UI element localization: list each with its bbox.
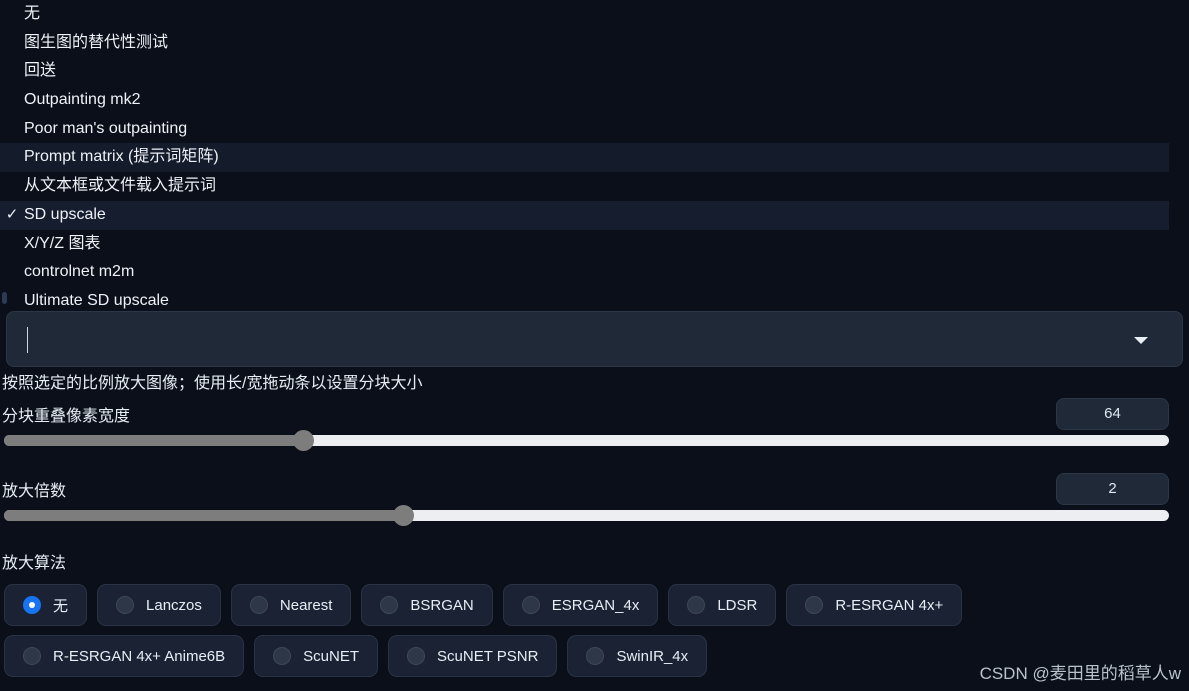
- upscaler-radio-option[interactable]: SwinIR_4x: [567, 635, 708, 677]
- upscaler-radio-option[interactable]: ESRGAN_4x: [502, 584, 659, 626]
- dropdown-option-label: Prompt matrix (提示词矩阵): [24, 148, 219, 166]
- dropdown-option[interactable]: 无: [0, 0, 1169, 29]
- dropdown-option-label: SD upscale: [24, 205, 106, 223]
- upscaler-radio-option[interactable]: LDSR: [668, 584, 777, 626]
- dropdown-option-label: 从文本框或文件载入提示词: [24, 177, 217, 195]
- watermark: CSDN @麦田里的稻草人w: [979, 664, 1181, 683]
- radio-icon[interactable]: [273, 647, 292, 665]
- dropdown-option[interactable]: ✓ SD upscale: [0, 200, 1169, 230]
- radio-icon[interactable]: [407, 647, 426, 665]
- radio-icon[interactable]: [116, 596, 135, 614]
- dropdown-scrollbar[interactable]: [2, 292, 7, 304]
- upscaler-radio-option[interactable]: 无: [4, 584, 88, 626]
- radio-icon[interactable]: [23, 596, 41, 614]
- radio-icon[interactable]: [687, 596, 706, 614]
- dropdown-option-label: Ultimate SD upscale: [24, 291, 169, 309]
- upscaler-radio-option[interactable]: ScuNET: [254, 635, 379, 677]
- upscaler-radio-label: 无: [53, 597, 69, 615]
- dropdown-option[interactable]: Poor man's outpainting: [0, 115, 1169, 144]
- upscaler-radio-label: R-ESRGAN 4x+ Anime6B: [53, 647, 226, 665]
- upscaler-radio-label: ScuNET PSNR: [437, 647, 539, 665]
- upscaler-radio-option[interactable]: Nearest: [230, 584, 352, 626]
- dropdown-option-label: controlnet m2m: [24, 263, 135, 281]
- upscaler-radio-label: LDSR: [717, 596, 758, 614]
- upscaler-radio-label: SwinIR_4x: [616, 647, 689, 665]
- upscaler-radio-option[interactable]: Lanczos: [97, 584, 221, 626]
- upscaler-radio-option[interactable]: ScuNET PSNR: [388, 635, 558, 677]
- upscaler-radio-option[interactable]: BSRGAN: [361, 584, 493, 626]
- dropdown-option-label: 图生图的替代性测试: [24, 33, 169, 51]
- dropdown-option-label: X/Y/Z 图表: [24, 234, 101, 252]
- script-combobox-field[interactable]: [6, 311, 1183, 367]
- upscaler-radio-label: ESRGAN_4x: [551, 596, 640, 614]
- slider-track[interactable]: [4, 505, 1169, 526]
- chevron-down-icon[interactable]: [1134, 337, 1148, 344]
- script-combobox[interactable]: [6, 311, 1183, 367]
- script-panel: 无图生图的替代性测试 回送 Outpainting mk2 Poor man's ou…: [0, 0, 1189, 691]
- slider-label: 分块重叠像素宽度: [2, 408, 131, 425]
- script-description: 按照选定的比例放大图像；使用长/宽拖动条以设置分块大小: [2, 375, 423, 392]
- upscaler-group-label: 放大算法: [2, 555, 67, 572]
- upscaler-radio-label: Lanczos: [146, 596, 202, 614]
- radio-icon[interactable]: [586, 647, 605, 665]
- dropdown-option[interactable]: 回送: [0, 57, 1169, 86]
- text-caret: [27, 327, 28, 353]
- dropdown-option[interactable]: controlnet m2m: [0, 258, 1169, 287]
- slider-track[interactable]: [4, 430, 1169, 451]
- radio-icon[interactable]: [249, 596, 268, 614]
- slider-label: 放大倍数: [2, 483, 67, 500]
- upscaler-radio-label: Nearest: [279, 596, 333, 614]
- dropdown-option[interactable]: Ultimate SD upscale: [0, 287, 1169, 311]
- radio-icon[interactable]: [23, 647, 41, 665]
- slider-thumb[interactable]: [293, 430, 314, 451]
- dropdown-option[interactable]: 图生图的替代性测试: [0, 29, 1169, 58]
- upscaler-radio-option[interactable]: R-ESRGAN 4x+ Anime6B: [4, 635, 245, 677]
- slider-value-input[interactable]: 2: [1056, 473, 1169, 505]
- dropdown-option-label: 回送: [24, 62, 57, 80]
- radio-icon[interactable]: [805, 596, 824, 614]
- upscaler-radio-label: BSRGAN: [410, 596, 474, 614]
- radio-icon[interactable]: [521, 596, 540, 614]
- upscaler-radio-row: 无 Lanczos Nearest BSRGAN ESRGAN_4x LDSR R-ESRG…: [4, 584, 1185, 626]
- slider-fill: [4, 435, 302, 446]
- dropdown-option[interactable]: Prompt matrix (提示词矩阵): [0, 143, 1169, 173]
- dropdown-option[interactable]: Outpainting mk2: [0, 86, 1169, 115]
- script-dropdown-list[interactable]: 无图生图的替代性测试 回送 Outpainting mk2 Poor man's ou…: [0, 0, 1189, 311]
- radio-icon[interactable]: [380, 596, 399, 614]
- upscaler-radio-label: ScuNET: [303, 647, 360, 665]
- upscaler-radio-option[interactable]: R-ESRGAN 4x+: [786, 584, 963, 626]
- slider-value-input[interactable]: 64: [1056, 398, 1169, 430]
- dropdown-option-label: Poor man's outpainting: [24, 119, 188, 137]
- check-icon: ✓: [5, 205, 19, 223]
- slider-thumb[interactable]: [393, 505, 414, 526]
- dropdown-option-label: 无: [24, 5, 41, 22]
- dropdown-option-label: Outpainting mk2: [24, 91, 141, 109]
- slider-fill: [4, 510, 401, 521]
- upscaler-radio-label: R-ESRGAN 4x+: [835, 596, 944, 614]
- dropdown-option[interactable]: X/Y/Z 图表: [0, 230, 1169, 259]
- dropdown-option[interactable]: 从文本框或文件载入提示词: [0, 172, 1169, 201]
